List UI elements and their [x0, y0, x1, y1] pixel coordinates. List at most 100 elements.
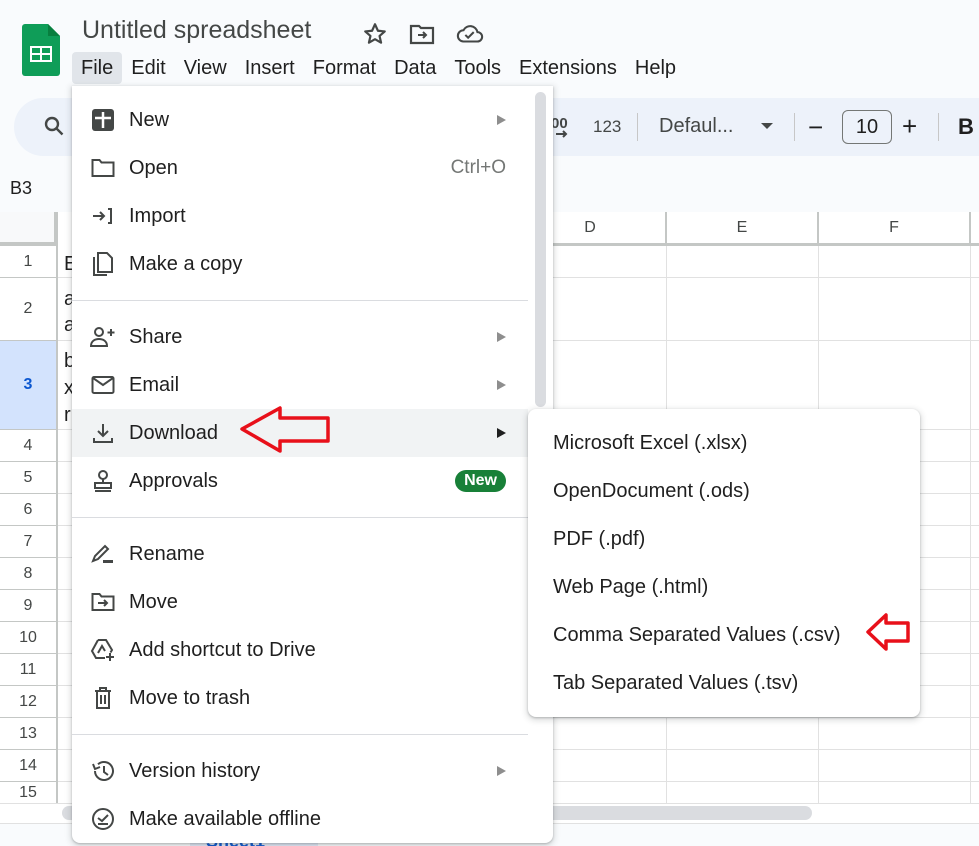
row-header-14[interactable]: 14: [0, 750, 58, 782]
row-header-2[interactable]: 2: [0, 278, 58, 341]
row-header-9[interactable]: 9: [0, 590, 58, 622]
font-family-dropdown-icon[interactable]: [761, 123, 773, 129]
grid-line: [970, 246, 971, 804]
download-option-ods[interactable]: OpenDocument (.ods): [528, 467, 920, 515]
search-menus-icon[interactable]: [42, 114, 66, 143]
new-badge: New: [455, 470, 506, 492]
file-menu-item-make-available-offline[interactable]: Make available offline: [72, 795, 528, 843]
row-header-15[interactable]: 15: [0, 782, 58, 804]
file-menu-label: Approvals: [129, 469, 218, 492]
email-icon: [90, 372, 116, 398]
file-menu-label: Move to trash: [129, 686, 251, 709]
trash-icon: [90, 685, 116, 711]
file-menu-label: Share: [129, 325, 183, 348]
file-menu-item-email[interactable]: Email: [72, 361, 528, 409]
row-header-1[interactable]: 1: [0, 246, 58, 278]
row-header-5[interactable]: 5: [0, 462, 58, 494]
column-header-g[interactable]: [971, 212, 979, 246]
file-menu-item-move-to-trash[interactable]: Move to trash: [72, 674, 528, 722]
file-menu-item-rename[interactable]: Rename: [72, 530, 528, 578]
offline-check-icon: [90, 806, 116, 832]
row-header-7[interactable]: 7: [0, 526, 58, 558]
folder-icon: [90, 155, 116, 181]
row-header-4[interactable]: 4: [0, 430, 58, 462]
menu-insert[interactable]: Insert: [236, 52, 304, 84]
file-menu-label: Make available offline: [129, 807, 321, 830]
new-sheet-icon: [90, 107, 116, 133]
menu-file[interactable]: File: [72, 52, 123, 84]
menu-extensions[interactable]: Extensions: [510, 52, 626, 84]
increase-decimal-icon[interactable]: 00: [551, 114, 573, 145]
file-menu-label: Add shortcut to Drive: [129, 638, 316, 661]
file-menu-scrollbar[interactable]: [535, 92, 546, 407]
file-menu-item-open[interactable]: Open Ctrl+O: [72, 144, 528, 192]
svg-text:00: 00: [551, 115, 568, 132]
drive-shortcut-icon: [90, 637, 116, 663]
bold-button[interactable]: B: [958, 114, 974, 140]
file-menu-label: Version history: [129, 759, 261, 782]
row-header-10[interactable]: 10: [0, 622, 58, 654]
row-header-11[interactable]: 11: [0, 654, 58, 686]
file-menu-label: Make a copy: [129, 252, 243, 275]
file-menu-item-approvals[interactable]: Approvals New: [72, 457, 528, 505]
download-option-html[interactable]: Web Page (.html): [528, 563, 920, 611]
decrease-font-size-button[interactable]: −: [808, 112, 823, 143]
file-menu-label: Rename: [129, 542, 205, 565]
file-menu-label: Email: [129, 373, 180, 396]
toolbar-divider: [637, 113, 638, 141]
download-option-tsv[interactable]: Tab Separated Values (.tsv): [528, 659, 920, 707]
file-menu-label: Download: [129, 421, 218, 444]
menu-divider: [72, 300, 528, 301]
download-option-xlsx[interactable]: Microsoft Excel (.xlsx): [528, 419, 920, 467]
menu-divider: [72, 734, 528, 735]
menu-edit[interactable]: Edit: [122, 52, 174, 84]
cloud-saved-icon[interactable]: [456, 20, 484, 48]
row-header-12[interactable]: 12: [0, 686, 58, 718]
row-header-6[interactable]: 6: [0, 494, 58, 526]
file-menu-label: Move: [129, 590, 178, 613]
download-icon: [90, 420, 116, 446]
move-folder-icon[interactable]: [408, 20, 436, 48]
menu-divider: [72, 517, 528, 518]
document-title[interactable]: Untitled spreadsheet: [82, 16, 311, 45]
increase-font-size-button[interactable]: +: [902, 111, 917, 142]
file-menu-item-move[interactable]: Move: [72, 578, 528, 626]
row-header-3[interactable]: 3: [0, 341, 58, 430]
file-menu-item-new[interactable]: New: [72, 96, 528, 144]
move-folder-icon: [90, 589, 116, 615]
download-option-csv[interactable]: Comma Separated Values (.csv): [528, 611, 920, 659]
star-icon[interactable]: [361, 20, 389, 48]
column-header-f[interactable]: F: [819, 212, 971, 246]
file-menu-label: New: [129, 108, 170, 131]
file-menu-item-make-a-copy[interactable]: Make a copy: [72, 240, 528, 288]
approvals-stamp-icon: [90, 468, 116, 494]
submenu-arrow-icon: [497, 428, 506, 438]
file-menu-item-import[interactable]: Import: [72, 192, 528, 240]
toolbar-divider: [794, 113, 795, 141]
google-sheets-window: Untitled spreadsheet File Edit View Inse…: [0, 0, 979, 846]
menu-help[interactable]: Help: [626, 52, 685, 84]
menu-tools[interactable]: Tools: [445, 52, 510, 84]
toolbar-divider: [938, 113, 939, 141]
name-box[interactable]: B3: [10, 178, 32, 199]
select-all-corner[interactable]: [0, 212, 58, 246]
submenu-arrow-icon: [497, 766, 506, 776]
menu-data[interactable]: Data: [385, 52, 445, 84]
file-menu-label: Open: [129, 156, 178, 179]
sheets-logo-icon[interactable]: [22, 24, 60, 76]
file-menu-item-add-shortcut[interactable]: Add shortcut to Drive: [72, 626, 528, 674]
column-header-e[interactable]: E: [667, 212, 819, 246]
font-size-input[interactable]: 10: [842, 110, 892, 144]
file-menu-item-download[interactable]: Download: [72, 409, 528, 457]
file-menu-item-version-history[interactable]: Version history: [72, 747, 528, 795]
font-family-select[interactable]: Defaul...: [659, 115, 733, 138]
menu-view[interactable]: View: [175, 52, 236, 84]
row-header-8[interactable]: 8: [0, 558, 58, 590]
row-header-13[interactable]: 13: [0, 718, 58, 750]
file-menu-item-share[interactable]: Share: [72, 313, 528, 361]
download-option-pdf[interactable]: PDF (.pdf): [528, 515, 920, 563]
shortcut-hint: Ctrl+O: [450, 157, 506, 178]
menu-format[interactable]: Format: [304, 52, 385, 84]
history-icon: [90, 758, 116, 784]
number-format-button[interactable]: 123: [593, 117, 621, 137]
